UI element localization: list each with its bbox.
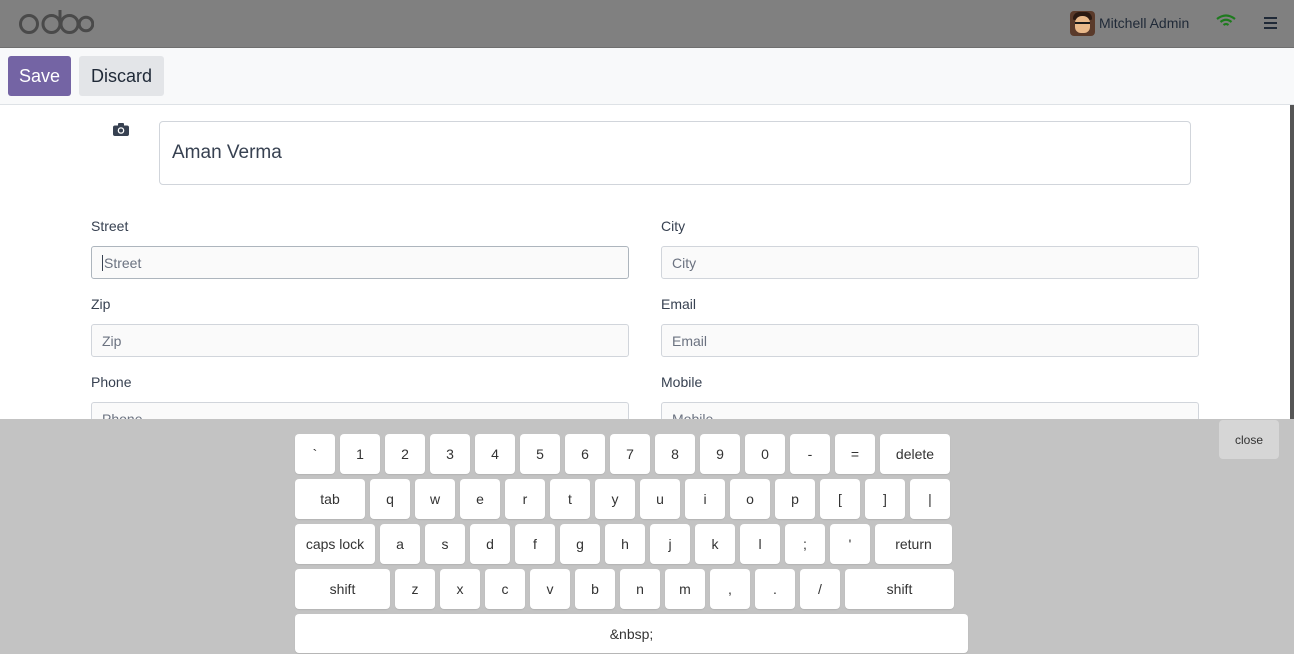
user-name: Mitchell Admin (1099, 15, 1190, 31)
keyboard-key[interactable]: s (425, 524, 465, 564)
keyboard-key[interactable]: 7 (610, 434, 650, 474)
keyboard-key[interactable]: 5 (520, 434, 560, 474)
on-screen-keyboard: close ` 1 2 3 4 5 6 7 8 9 0- = delete tab q w e r t y u i o p[]… (0, 419, 1294, 654)
keyboard-key[interactable]: tab (295, 479, 365, 519)
keyboard-close-button[interactable]: close (1219, 420, 1279, 459)
save-button[interactable]: Save (8, 56, 71, 96)
keyboard-key[interactable]: 0 (745, 434, 785, 474)
keyboard-key[interactable]: ' (830, 524, 870, 564)
hamburger-menu-icon[interactable] (1264, 17, 1277, 29)
keyboard-key[interactable]: u (640, 479, 680, 519)
email-input[interactable]: Email (661, 324, 1199, 357)
keyboard-key[interactable]: f (515, 524, 555, 564)
top-navbar: Mitchell Admin (0, 0, 1294, 48)
keyboard-key[interactable]: 1 (340, 434, 380, 474)
phone-label: Phone (91, 374, 132, 390)
keyboard-key[interactable]: v (530, 569, 570, 609)
keyboard-key[interactable]: 4 (475, 434, 515, 474)
keyboard-key[interactable]: w (415, 479, 455, 519)
keyboard-key[interactable]: c (485, 569, 525, 609)
mobile-label: Mobile (661, 374, 703, 390)
keyboard-key[interactable]: h (605, 524, 645, 564)
zip-placeholder: Zip (102, 332, 122, 349)
keyboard-key[interactable]: = (835, 434, 875, 474)
keyboard-key[interactable]: a (380, 524, 420, 564)
keyboard-key[interactable]: &nbsp; (295, 614, 968, 653)
wifi-icon[interactable] (1216, 13, 1236, 29)
mobile-input[interactable]: Mobile (661, 402, 1199, 419)
zip-input[interactable]: Zip (91, 324, 629, 357)
street-placeholder: Street (104, 254, 142, 271)
keyboard-key[interactable]: , (710, 569, 750, 609)
keyboard-key[interactable]: return (875, 524, 952, 564)
keyboard-key[interactable]: r (505, 479, 545, 519)
keyboard-key[interactable]: ] (865, 479, 905, 519)
camera-icon[interactable] (113, 123, 129, 136)
keyboard-key[interactable]: ; (785, 524, 825, 564)
keyboard-key[interactable]: m (665, 569, 705, 609)
keyboard-key[interactable]: i (685, 479, 725, 519)
keyboard-key[interactable]: 3 (430, 434, 470, 474)
keyboard-key[interactable]: p (775, 479, 815, 519)
keyboard-key[interactable]: / (800, 569, 840, 609)
city-label: City (661, 218, 686, 234)
keyboard-key[interactable]: shift (295, 569, 390, 609)
email-label: Email (661, 296, 697, 312)
text-caret (102, 254, 103, 271)
keyboard-key[interactable]: o (730, 479, 770, 519)
keyboard-key[interactable]: e (460, 479, 500, 519)
user-menu[interactable]: Mitchell Admin (1070, 10, 1189, 36)
keyboard-key[interactable]: 8 (655, 434, 695, 474)
keyboard-key[interactable]: delete (880, 434, 950, 474)
city-input[interactable]: City (661, 246, 1199, 279)
keyboard-key[interactable]: l (740, 524, 780, 564)
keyboard-key[interactable]: caps lock (295, 524, 375, 564)
keyboard-key[interactable]: shift (845, 569, 954, 609)
email-placeholder: Email (672, 332, 708, 349)
keyboard-key[interactable]: n (620, 569, 660, 609)
street-label: Street (91, 218, 129, 234)
keyboard-key[interactable]: q (370, 479, 410, 519)
phone-placeholder: Phone (102, 410, 143, 420)
avatar (1070, 10, 1095, 36)
keyboard-key[interactable]: . (755, 569, 795, 609)
odoo-logo[interactable] (18, 9, 94, 37)
keyboard-key[interactable]: - (790, 434, 830, 474)
name-input[interactable]: Aman Verma (159, 121, 1191, 185)
keyboard-key[interactable]: 2 (385, 434, 425, 474)
keyboard-key[interactable]: | (910, 479, 950, 519)
keyboard-key[interactable]: 9 (700, 434, 740, 474)
keyboard-key[interactable]: k (695, 524, 735, 564)
keyboard-key[interactable]: g (560, 524, 600, 564)
city-placeholder: City (672, 254, 697, 271)
keyboard-key[interactable]: d (470, 524, 510, 564)
keyboard-key[interactable]: ` (295, 434, 335, 474)
phone-input[interactable]: Phone (91, 402, 629, 419)
keyboard-key[interactable]: x (440, 569, 480, 609)
mobile-placeholder: Mobile (672, 410, 714, 420)
keyboard-key[interactable]: t (550, 479, 590, 519)
zip-label: Zip (91, 296, 111, 312)
keyboard-key[interactable]: j (650, 524, 690, 564)
form-scrollbar[interactable] (1290, 105, 1294, 419)
street-input[interactable]: Street (91, 246, 629, 279)
keyboard-key[interactable]: b (575, 569, 615, 609)
contact-form: Aman Verma Street Street City City Zip Z… (0, 105, 1294, 419)
control-panel: Save Discard (0, 48, 1294, 105)
keyboard-key[interactable]: [ (820, 479, 860, 519)
keyboard-key[interactable]: z (395, 569, 435, 609)
discard-button[interactable]: Discard (79, 56, 164, 96)
keyboard-key[interactable]: y (595, 479, 635, 519)
keyboard-key[interactable]: 6 (565, 434, 605, 474)
